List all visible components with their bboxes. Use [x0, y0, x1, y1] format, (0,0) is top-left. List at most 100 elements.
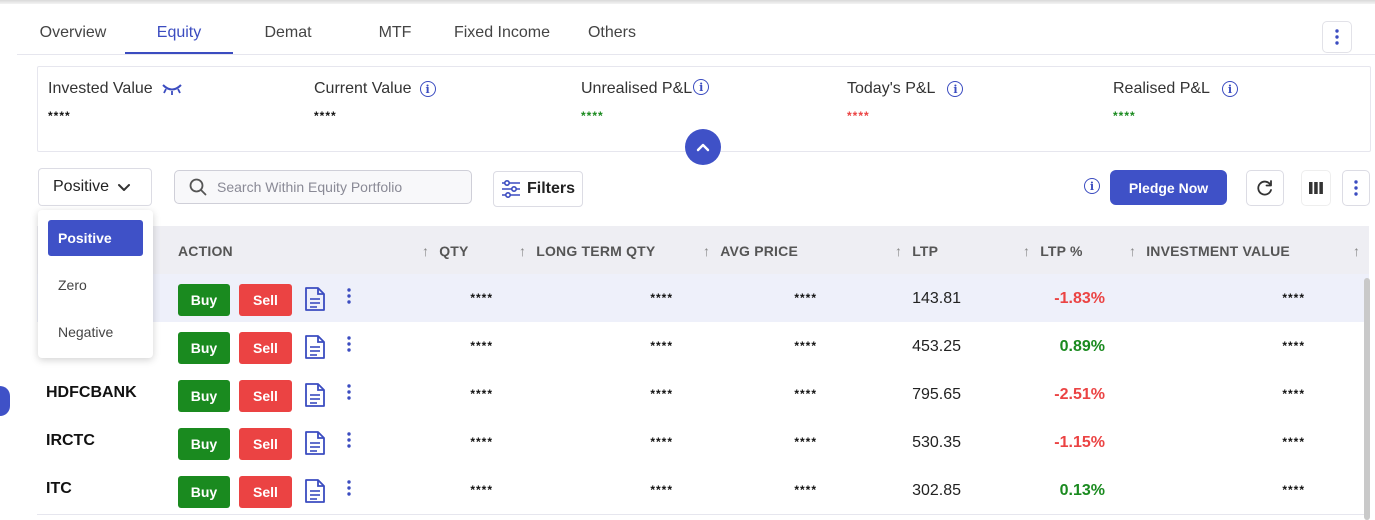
document-icon[interactable] [304, 430, 326, 456]
refresh-button[interactable] [1246, 170, 1284, 206]
sliders-icon [501, 180, 520, 198]
columns-button[interactable] [1301, 170, 1331, 206]
document-icon[interactable] [304, 286, 326, 312]
th-action: ACTION [178, 243, 233, 259]
avg-price-cell: **** [794, 387, 817, 401]
info-icon[interactable]: i [693, 79, 710, 95]
buy-button[interactable]: Buy [178, 428, 230, 460]
menu-item-zero[interactable]: Zero [48, 267, 143, 303]
realised-pnl-label: Realised P&L [1113, 80, 1210, 97]
sell-button[interactable]: Sell [239, 332, 292, 364]
more-options-button[interactable] [1322, 21, 1352, 53]
sell-button[interactable]: Sell [239, 284, 292, 316]
avg-price-cell: **** [794, 483, 817, 497]
kebab-icon[interactable] [347, 480, 351, 496]
investment-value-cell: **** [1282, 435, 1305, 449]
pnl-filter-dropdown[interactable]: Positive [38, 168, 152, 206]
eye-closed-icon[interactable] [161, 82, 183, 96]
buy-button[interactable]: Buy [178, 476, 230, 508]
tab-demat[interactable]: Demat [257, 18, 319, 52]
th-qty[interactable]: ↑ QTY [422, 243, 469, 259]
table-row[interactable]: HDFCBANK Buy Sell **** **** **** 795.65 -2.51% *… [37, 370, 1369, 419]
menu-item-negative[interactable]: Negative [48, 314, 143, 350]
avg-price-cell: **** [794, 339, 817, 353]
avg-price-cell: **** [794, 435, 817, 449]
buy-button[interactable]: Buy [178, 332, 230, 364]
th-ltp[interactable]: ↑ LTP [895, 243, 938, 259]
kebab-icon[interactable] [347, 336, 351, 352]
info-icon[interactable]: i [419, 81, 436, 97]
ltp-pct-cell: -1.83% [1054, 290, 1105, 307]
kebab-icon[interactable] [347, 288, 351, 304]
ltp-cell: 530.35 [912, 434, 961, 451]
current-value-label: Current Value [314, 80, 412, 97]
refresh-icon [1257, 180, 1272, 196]
th-ltp-pct[interactable]: ↑ LTP % [1023, 243, 1083, 259]
tab-fixed-income[interactable]: Fixed Income [449, 18, 555, 52]
search-input[interactable] [215, 178, 459, 196]
table-row[interactable]: Buy Sell **** **** **** 143.81 -1.83% **** [37, 274, 1369, 323]
table-row[interactable]: IRCTC Buy Sell **** **** **** 530.35 -1.15% **** [37, 418, 1369, 467]
tab-overview[interactable]: Overview [36, 18, 110, 52]
row-symbol[interactable]: ITC [46, 480, 72, 498]
long-term-qty-cell: **** [650, 387, 673, 401]
tab-equity[interactable]: Equity [125, 18, 233, 54]
sell-button[interactable]: Sell [239, 428, 292, 460]
table-row[interactable]: ITC Buy Sell **** **** **** 302.85 0.13% **** [37, 466, 1369, 515]
collapse-summary-button[interactable] [685, 129, 721, 165]
side-handle[interactable] [0, 386, 10, 416]
sort-arrow-icon: ↑ [519, 243, 527, 259]
scrollbar-thumb[interactable] [1364, 278, 1370, 520]
document-icon[interactable] [304, 478, 326, 504]
long-term-qty-cell: **** [650, 435, 673, 449]
buy-button[interactable]: Buy [178, 284, 230, 316]
portfolio-tabs: Overview Equity Demat MTF Fixed Income O… [17, 4, 1375, 55]
invested-value-amount: **** [48, 109, 71, 123]
ltp-cell: 302.85 [912, 482, 961, 499]
info-icon[interactable]: i [947, 81, 964, 97]
kebab-icon [1335, 29, 1339, 45]
chevron-down-icon [118, 183, 131, 191]
search-icon [189, 178, 207, 196]
ltp-pct-cell: 0.89% [1059, 338, 1105, 355]
invested-value: Invested Value **** [48, 79, 183, 123]
th-investment-value[interactable]: ↑ INVESTMENT VALUE [1129, 243, 1290, 259]
filters-button[interactable]: Filters [493, 171, 583, 207]
portfolio-page: Overview Equity Demat MTF Fixed Income O… [17, 4, 1375, 520]
investment-value-cell: **** [1282, 339, 1305, 353]
tab-others[interactable]: Others [581, 18, 643, 52]
unrealised-pnl-amount: **** [581, 109, 604, 123]
unrealised-pnl-label: Unrealised P&L [581, 80, 693, 97]
sort-arrow-icon[interactable]: ↑ [1353, 243, 1360, 259]
th-long-term-qty[interactable]: ↑ LONG TERM QTY [519, 243, 655, 259]
table-more-button[interactable] [1342, 170, 1370, 206]
document-icon[interactable] [304, 382, 326, 408]
ltp-pct-cell: -2.51% [1054, 386, 1105, 403]
row-symbol[interactable]: HDFCBANK [46, 384, 137, 402]
kebab-icon[interactable] [347, 384, 351, 400]
sell-button[interactable]: Sell [239, 476, 292, 508]
document-icon[interactable] [304, 334, 326, 360]
tab-mtf[interactable]: MTF [373, 18, 417, 52]
sell-button[interactable]: Sell [239, 380, 292, 412]
pledge-now-button[interactable]: Pledge Now [1110, 170, 1227, 205]
sort-arrow-icon: ↑ [422, 243, 430, 259]
todays-pnl-amount: **** [847, 109, 870, 123]
ltp-cell: 143.81 [912, 290, 961, 307]
row-symbol[interactable]: IRCTC [46, 432, 95, 450]
filters-label: Filters [526, 180, 575, 197]
sort-arrow-icon: ↑ [1023, 243, 1031, 259]
kebab-icon [1354, 180, 1358, 196]
th-avg-price[interactable]: ↑ AVG PRICE [703, 243, 798, 259]
holdings-table-header: ACTION ↑ QTY ↑ LONG TERM QTY ↑ AVG PRICE ↑ L… [37, 226, 1369, 276]
table-row[interactable]: Buy Sell **** **** **** 453.25 0.89% **** [37, 322, 1369, 371]
info-icon[interactable]: i [1221, 81, 1238, 97]
kebab-icon[interactable] [347, 432, 351, 448]
pnl-filter-value: Positive [53, 178, 110, 195]
ltp-pct-cell: 0.13% [1059, 482, 1105, 499]
qty-cell: **** [470, 435, 493, 449]
pledge-info-icon[interactable]: i [1084, 178, 1100, 194]
buy-button[interactable]: Buy [178, 380, 230, 412]
current-value: Current Value i **** [314, 79, 436, 123]
menu-item-positive[interactable]: Positive [48, 220, 143, 256]
